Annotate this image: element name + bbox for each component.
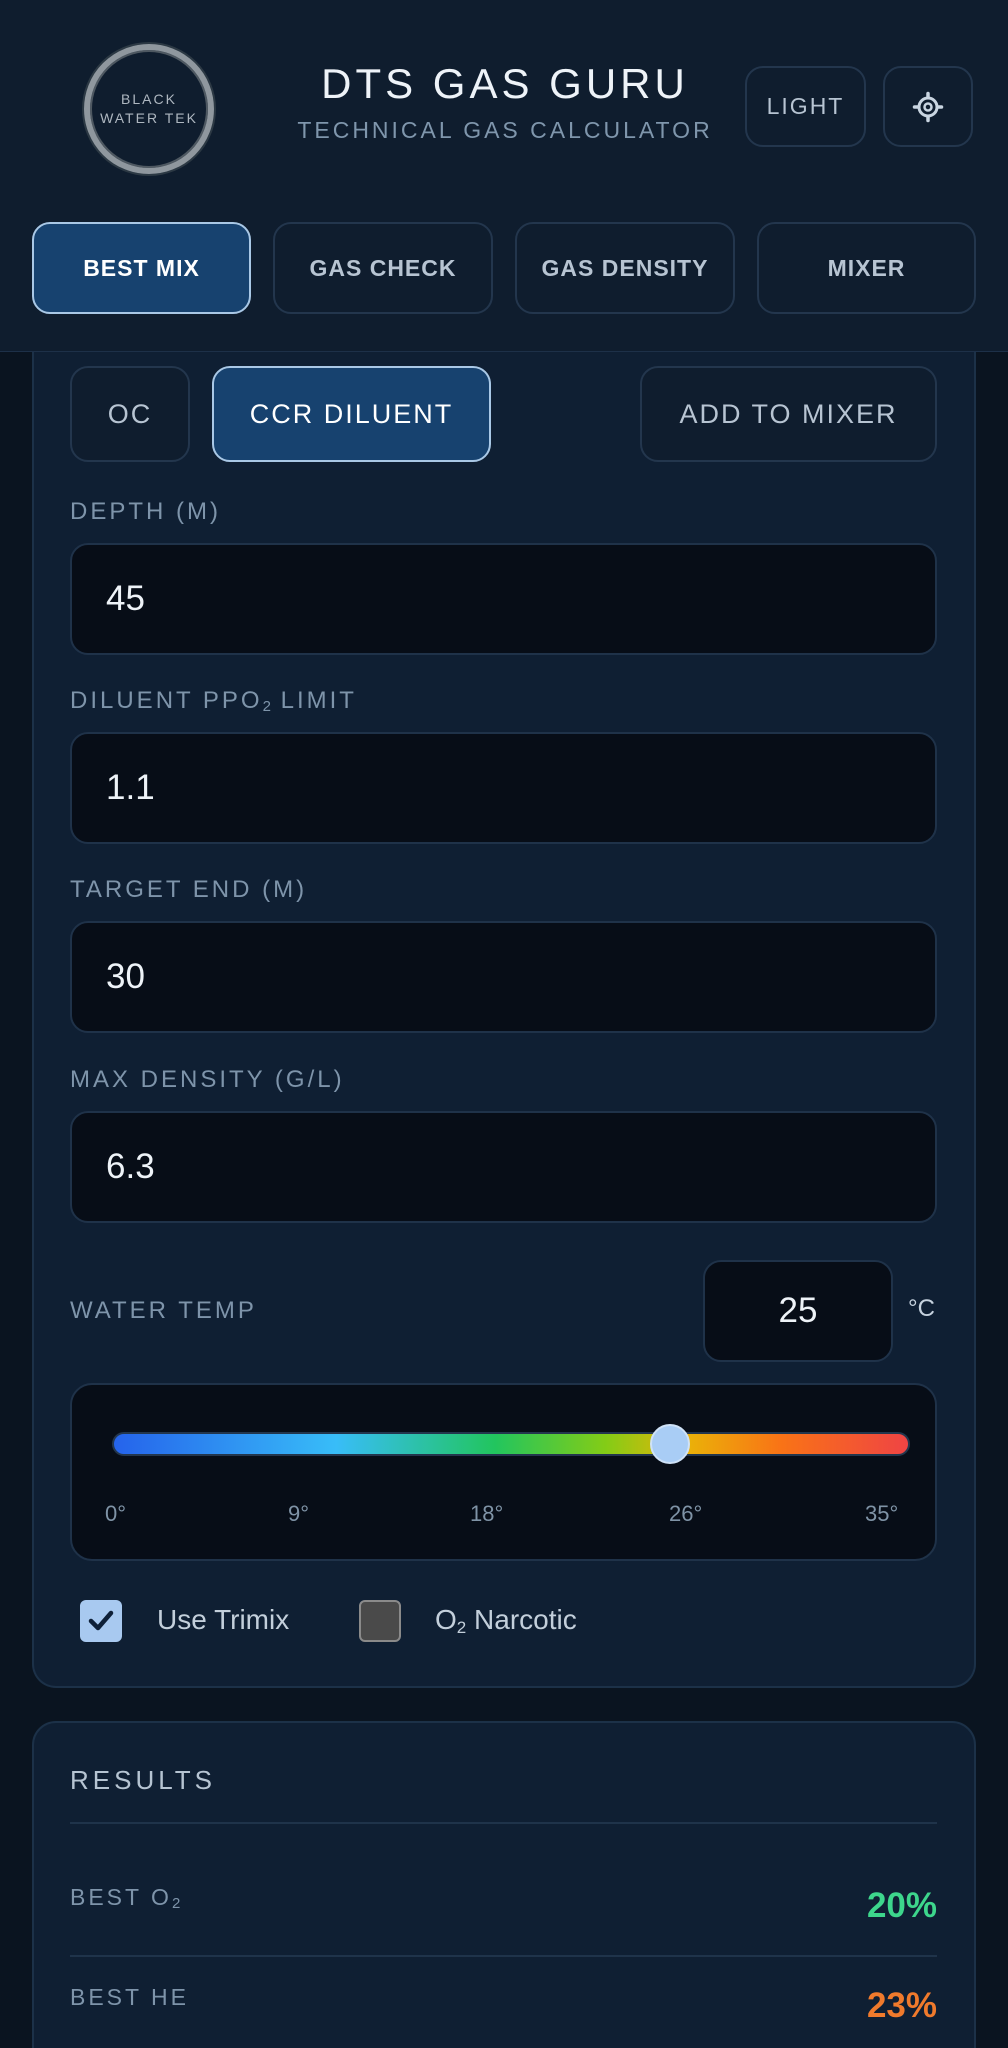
depth-input[interactable]: 45 bbox=[70, 543, 937, 655]
slider-tick-35: 35° bbox=[865, 1501, 899, 1526]
ppo2-limit-input[interactable]: 1.1 bbox=[70, 732, 937, 844]
use-trimix-checkbox[interactable] bbox=[80, 1600, 122, 1642]
tab-gas-density[interactable]: GAS DENSITY bbox=[515, 222, 735, 314]
results-divider bbox=[70, 1822, 937, 1824]
water-temp-label: WATER TEMP bbox=[70, 1297, 257, 1324]
mode-ccr-diluent-button[interactable]: CCR DILUENT bbox=[212, 366, 491, 462]
theme-toggle-button[interactable]: LIGHT bbox=[745, 66, 866, 147]
best-he-value: 23% bbox=[866, 1986, 937, 2025]
slider-tick-9: 9° bbox=[288, 1501, 310, 1526]
target-end-input[interactable]: 30 bbox=[70, 921, 937, 1033]
logo-text-line1: BLACK bbox=[121, 91, 177, 107]
app-subtitle: TECHNICAL GAS CALCULATOR bbox=[297, 117, 713, 143]
use-trimix-label: Use Trimix bbox=[157, 1604, 290, 1635]
best-he-label: BEST HE bbox=[70, 1984, 189, 2010]
depth-label: DEPTH (M) bbox=[70, 498, 221, 525]
ppo2-limit-label: DILUENT PPO2 LIMIT bbox=[70, 687, 357, 715]
water-temp-input[interactable]: 25 bbox=[703, 1260, 893, 1362]
water-temp-slider-thumb[interactable] bbox=[650, 1424, 690, 1464]
o2-narcotic-label: O2 Narcotic bbox=[435, 1604, 577, 1637]
best-o2-value: 20% bbox=[866, 1886, 937, 1925]
tab-mixer[interactable]: MIXER bbox=[757, 222, 976, 314]
water-temp-slider-card: 0° 9° 18° 26° 35° bbox=[70, 1383, 937, 1561]
max-density-label: MAX DENSITY (G/L) bbox=[70, 1066, 345, 1093]
add-to-mixer-button[interactable]: ADD TO MIXER bbox=[640, 366, 937, 462]
best-o2-label: BEST O2 bbox=[70, 1884, 181, 1912]
target-end-label: TARGET END (M) bbox=[70, 876, 308, 903]
brand-logo: BLACK WATER TEK bbox=[84, 44, 214, 174]
o2-narcotic-checkbox[interactable] bbox=[359, 1600, 401, 1642]
checkmark-icon bbox=[88, 1610, 114, 1631]
app-title: DTS GAS GURU bbox=[321, 60, 689, 107]
gear-icon bbox=[912, 91, 944, 122]
settings-button[interactable] bbox=[883, 66, 973, 147]
water-temp-unit: °C bbox=[908, 1295, 935, 1322]
logo-text-line2: WATER TEK bbox=[100, 110, 198, 126]
max-density-input[interactable]: 6.3 bbox=[70, 1111, 937, 1223]
app-header: BLACK WATER TEK DTS GAS GURU TECHNICAL G… bbox=[0, 0, 1008, 352]
results-title: RESULTS bbox=[70, 1765, 216, 1795]
slider-tick-18: 18° bbox=[470, 1501, 504, 1526]
mode-oc-button[interactable]: OC bbox=[70, 366, 190, 462]
slider-tick-0: 0° bbox=[105, 1501, 127, 1526]
tab-gas-check[interactable]: GAS CHECK bbox=[273, 222, 493, 314]
tab-best-mix[interactable]: BEST MIX bbox=[32, 222, 251, 314]
results-row-divider bbox=[70, 1955, 937, 1957]
water-temp-slider-track[interactable] bbox=[112, 1432, 910, 1456]
slider-tick-26: 26° bbox=[669, 1501, 703, 1526]
